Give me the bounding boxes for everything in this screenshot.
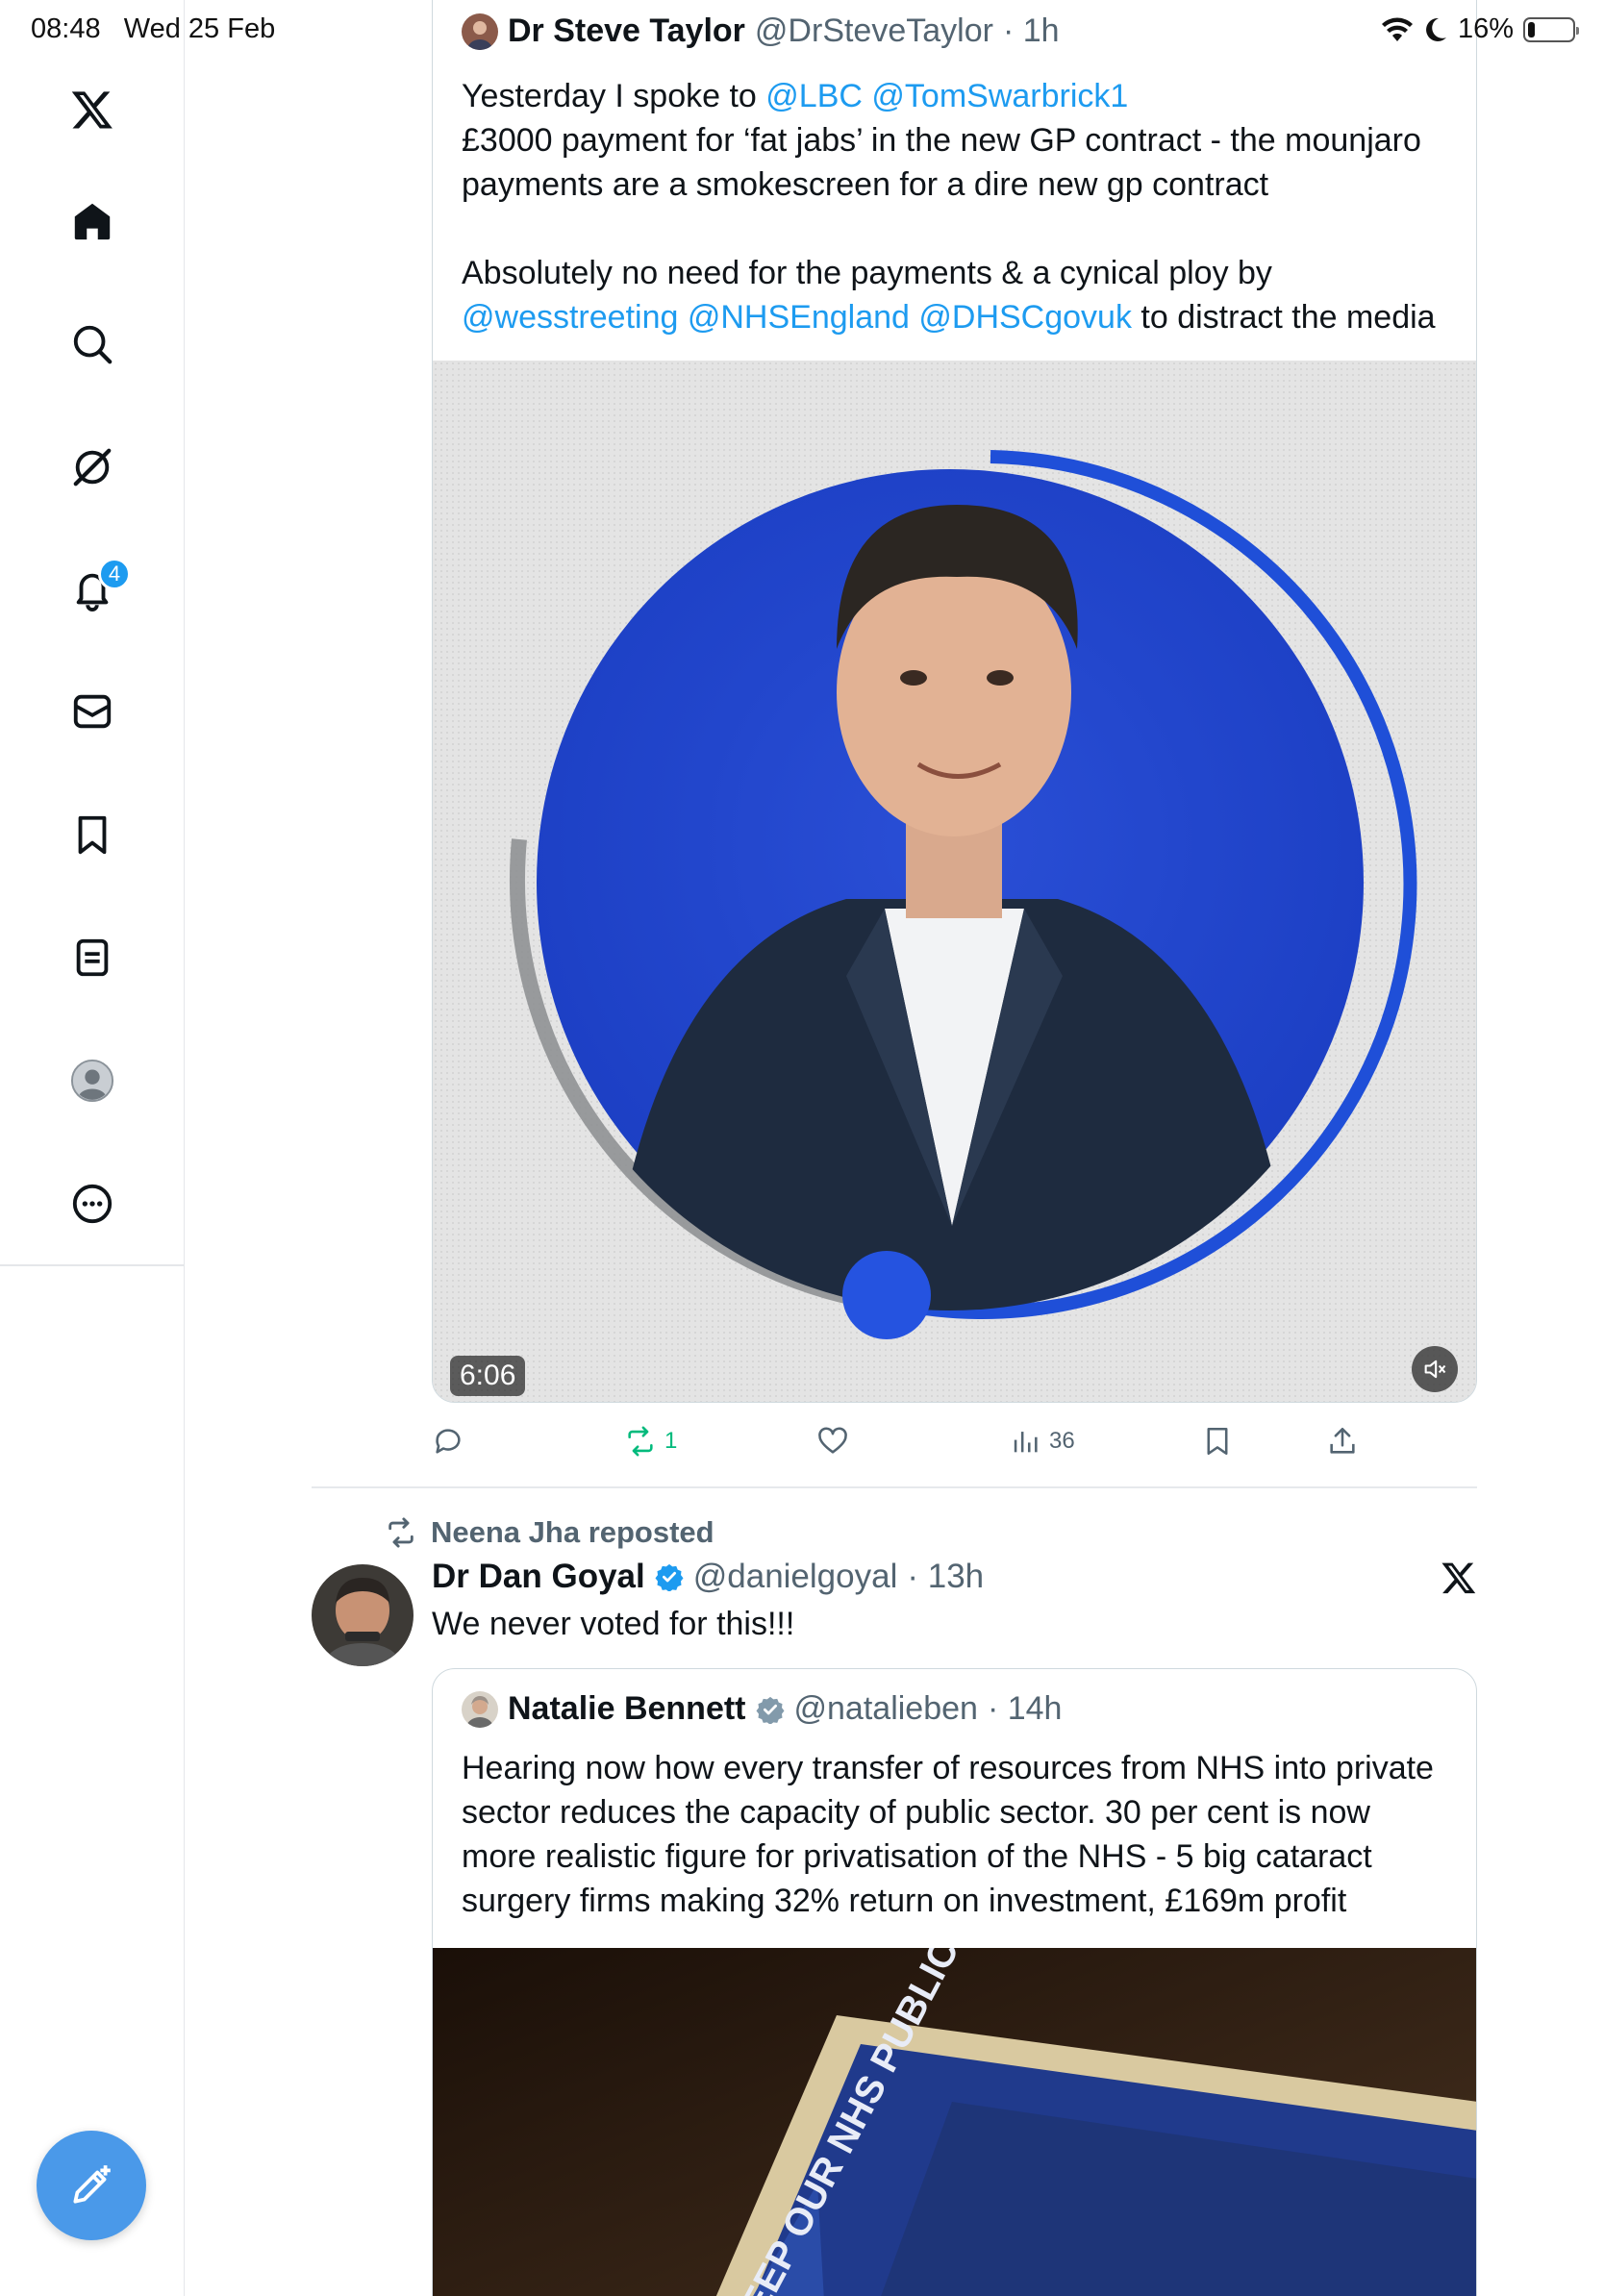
- tweet-header: Dr Dan Goyal @danielgoyal · 13h: [432, 1558, 984, 1596]
- video-frame: [433, 361, 1476, 1402]
- timeline-feed: Dr Steve Taylor @DrSteveTaylor · 1h Yest…: [185, 0, 1604, 2296]
- mention-link[interactable]: @wesstreeting: [462, 299, 678, 336]
- tweet-time[interactable]: · 14h: [988, 1690, 1063, 1728]
- verified-badge-icon: [655, 1563, 684, 1591]
- video-duration: 6:06: [450, 1356, 526, 1396]
- bookmark-button[interactable]: [1201, 1416, 1234, 1466]
- share-icon: [1330, 1427, 1355, 1454]
- tweet-divider: [312, 1486, 1477, 1488]
- repost-icon: [388, 1517, 414, 1548]
- quoted-tweet-header: Natalie Bennett @natalieben · 14h: [462, 1690, 1062, 1728]
- bookmarks-icon[interactable]: [65, 808, 119, 861]
- tweet-time[interactable]: · 13h: [907, 1558, 984, 1596]
- more-icon[interactable]: [65, 1177, 119, 1231]
- share-button[interactable]: [1326, 1416, 1359, 1466]
- photo-content: KEEP OUR NHS PUBLIC: [433, 1948, 1476, 2296]
- lists-icon[interactable]: [65, 931, 119, 985]
- home-icon[interactable]: [65, 194, 119, 248]
- reply-icon: [436, 1429, 461, 1454]
- tweet-image[interactable]: KEEP OUR NHS PUBLIC: [433, 1948, 1476, 2296]
- views-count: 36: [1049, 1428, 1075, 1454]
- sidebar: 4: [0, 0, 185, 2296]
- profile-icon[interactable]: [65, 1054, 119, 1108]
- battery-icon: [1523, 16, 1579, 42]
- avatar[interactable]: [462, 1690, 498, 1728]
- status-bar: 08:48 Wed 25 Feb 16%: [0, 0, 1604, 62]
- battery-percent: 16%: [1457, 13, 1514, 44]
- author-name[interactable]: Natalie Bennett: [508, 1690, 746, 1728]
- tweet-text: We never voted for this!!!: [432, 1606, 795, 1642]
- compose-post-button[interactable]: [37, 2131, 146, 2240]
- mention-link[interactable]: @NHSEngland: [688, 299, 910, 336]
- status-right: 16%: [1381, 13, 1579, 45]
- speaker-muted-icon: [1424, 1360, 1446, 1379]
- x-logo-icon[interactable]: [65, 83, 119, 137]
- like-button[interactable]: [816, 1416, 857, 1466]
- repost-icon: [628, 1426, 653, 1457]
- wifi-icon: [1381, 17, 1413, 41]
- mute-toggle-button[interactable]: [1412, 1346, 1458, 1392]
- quoted-tweet-card[interactable]: Dr Steve Taylor @DrSteveTaylor · 1h Yest…: [432, 0, 1477, 1403]
- sidebar-divider: [0, 1264, 185, 1266]
- quoted-tweet-card[interactable]: Natalie Bennett @natalieben · 14h Hearin…: [432, 1668, 1477, 2296]
- x-logo-icon: [1441, 1560, 1477, 1596]
- author-handle[interactable]: @natalieben: [794, 1690, 978, 1728]
- battery-fill: [1528, 21, 1535, 37]
- video-player[interactable]: 6:06: [433, 361, 1476, 1402]
- repost-attribution[interactable]: Neena Jha reposted: [385, 1515, 714, 1550]
- mention-link[interactable]: @TomSwarbrick1: [871, 78, 1128, 114]
- status-time-date: 08:48 Wed 25 Feb: [31, 13, 276, 44]
- views-button[interactable]: 36: [1009, 1416, 1075, 1466]
- verified-badge-icon: [756, 1696, 784, 1724]
- analytics-icon: [1014, 1432, 1038, 1453]
- search-icon[interactable]: [65, 317, 119, 371]
- repost-button[interactable]: 1: [624, 1416, 677, 1466]
- heart-icon: [818, 1427, 847, 1454]
- moon-icon: [1426, 17, 1446, 41]
- author-handle[interactable]: @danielgoyal: [693, 1558, 898, 1596]
- mention-link[interactable]: @LBC: [765, 78, 863, 114]
- reply-button[interactable]: [432, 1416, 472, 1466]
- mention-link[interactable]: @DHSCgovuk: [918, 299, 1132, 336]
- grok-icon[interactable]: [65, 440, 119, 494]
- compose-post-icon: [73, 2165, 111, 2204]
- messages-icon[interactable]: [65, 685, 119, 738]
- repost-count: 1: [664, 1428, 678, 1454]
- notification-badge: 4: [98, 558, 131, 590]
- tweet-text: Yesterday I spoke to @LBC @TomSwarbrick1…: [462, 78, 1436, 336]
- bookmark-icon: [1207, 1427, 1228, 1456]
- tweet-action-bar: 1 36: [432, 1416, 1477, 1466]
- author-name[interactable]: Dr Dan Goyal: [432, 1558, 645, 1596]
- tweet-text: Hearing now how every transfer of resour…: [462, 1750, 1434, 1919]
- avatar[interactable]: [312, 1564, 414, 1666]
